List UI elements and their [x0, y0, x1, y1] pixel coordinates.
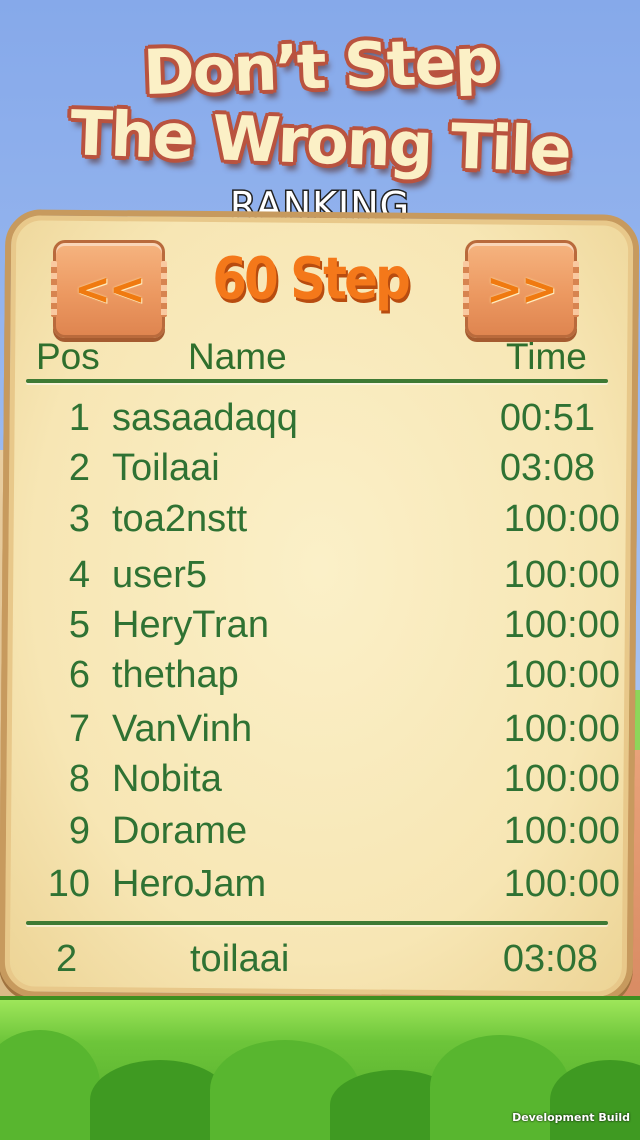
row-position: 1 — [68, 397, 90, 439]
current-player-name: toilaai — [190, 938, 290, 980]
previous-level-label: << — [74, 263, 146, 315]
row-player-name: VanVinh — [112, 708, 253, 750]
row-time: 100:00 — [503, 654, 620, 696]
row-time: 00:51 — [499, 397, 595, 439]
previous-level-button[interactable]: << — [51, 240, 167, 338]
row-time: 100:00 — [503, 758, 620, 800]
game-title-line-2: The Wrong Tile — [69, 96, 571, 187]
row-position: 10 — [47, 863, 90, 905]
header-divider — [26, 379, 608, 383]
ranking-row: 2 Toilaai 03:08 — [0, 447, 640, 497]
row-position: 2 — [68, 447, 90, 489]
ranking-row: 4 user5 100:00 — [0, 554, 640, 604]
column-header-time: Time — [506, 336, 587, 377]
row-position: 9 — [68, 810, 90, 852]
row-player-name: toa2nstt — [112, 498, 248, 540]
row-time: 100:00 — [503, 498, 620, 540]
row-time: 100:00 — [503, 810, 620, 852]
row-player-name: Toilaai — [112, 447, 220, 489]
row-player-name: HeryTran — [112, 604, 269, 646]
row-time: 100:00 — [503, 554, 620, 596]
row-time: 03:08 — [499, 447, 595, 489]
development-build-label: Development Build — [512, 1111, 630, 1124]
next-level-button[interactable]: >> — [463, 240, 579, 338]
ranking-row: 5 HeryTran 100:00 — [0, 604, 640, 654]
game-title: Don’t Step The Wrong Tile — [0, 24, 640, 187]
row-player-name: HeroJam — [112, 863, 267, 905]
current-player-time: 03:08 — [502, 938, 598, 980]
row-player-name: thethap — [112, 654, 239, 696]
row-player-name: Dorame — [112, 810, 248, 852]
ranking-row: 1 sasaadaqq 00:51 — [0, 397, 640, 447]
row-player-name: sasaadaqq — [112, 397, 298, 439]
next-level-label: >> — [486, 263, 558, 315]
level-title: 60 Step — [212, 245, 411, 313]
footer-divider — [26, 921, 608, 925]
current-player-position: 2 — [56, 938, 78, 980]
row-position: 8 — [68, 758, 90, 800]
ranking-row: 8 Nobita 100:00 — [0, 758, 640, 808]
column-header-pos: Pos — [36, 336, 100, 377]
row-time: 100:00 — [503, 863, 620, 905]
row-time: 100:00 — [503, 604, 620, 646]
row-position: 7 — [68, 708, 90, 750]
row-time: 100:00 — [503, 708, 620, 750]
ranking-row: 7 VanVinh 100:00 — [0, 708, 640, 758]
row-player-name: user5 — [112, 554, 208, 596]
row-position: 5 — [68, 604, 90, 646]
column-header-name: Name — [188, 336, 287, 377]
row-player-name: Nobita — [112, 758, 222, 800]
ranking-row: 10 HeroJam 100:00 — [0, 863, 640, 913]
row-position: 3 — [68, 498, 90, 540]
row-position: 4 — [68, 554, 90, 596]
ranking-row: 3 toa2nstt 100:00 — [0, 498, 640, 548]
ranking-row: 9 Dorame 100:00 — [0, 810, 640, 860]
row-position: 6 — [68, 654, 90, 696]
ranking-row: 6 thethap 100:00 — [0, 654, 640, 704]
